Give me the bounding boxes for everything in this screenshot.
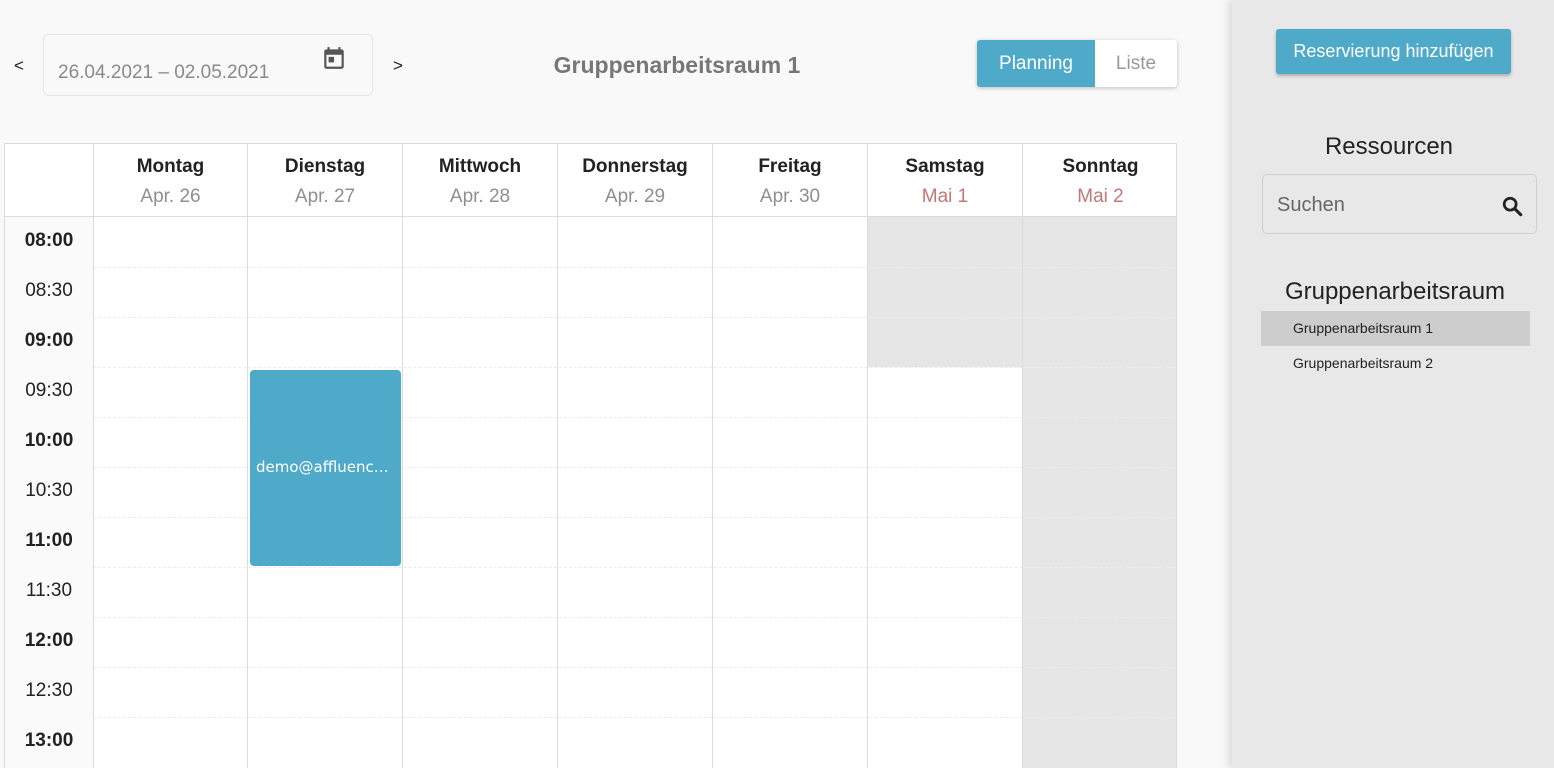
view-toggle: Planning Liste [977, 40, 1177, 87]
day-column-mittwoch[interactable] [402, 217, 557, 768]
main-area: < 26.04.2021 – 02.05.2021 > Gruppenarbei… [0, 0, 1232, 768]
time-label: 11:30 [25, 580, 73, 601]
day-header: Sonntag Mai 2 [1022, 144, 1176, 217]
date-range-picker[interactable]: 26.04.2021 – 02.05.2021 [43, 34, 373, 96]
day-date: Mai 2 [1077, 186, 1124, 207]
day-header: Mittwoch Apr. 28 [402, 144, 557, 217]
search-input[interactable] [1277, 191, 1497, 219]
add-reservation-button[interactable]: Reservierung hinzufügen [1276, 29, 1511, 74]
day-name: Montag [136, 156, 205, 177]
day-header: Freitag Apr. 30 [712, 144, 867, 217]
time-label: 10:30 [25, 480, 73, 501]
day-column-freitag[interactable] [712, 217, 867, 768]
search-box [1262, 174, 1537, 234]
time-label: 09:00 [24, 330, 74, 351]
day-date: Apr. 28 [449, 186, 511, 207]
time-label: 12:00 [24, 630, 74, 651]
day-header: Montag Apr. 26 [93, 144, 247, 217]
resource-item-gruppenarbeitsraum-1[interactable]: Gruppenarbeitsraum 1 [1261, 311, 1530, 346]
time-label: 11:00 [25, 530, 73, 551]
day-name: Freitag [758, 156, 822, 177]
tab-liste[interactable]: Liste [1095, 40, 1177, 87]
time-label: 12:30 [25, 680, 73, 701]
reservation-event[interactable]: demo@affluences.com [250, 370, 401, 566]
time-label: 13:00 [24, 730, 74, 751]
time-label: 08:00 [24, 230, 74, 251]
sidebar: Reservierung hinzufügen Ressourcen Grupp… [1232, 0, 1554, 768]
day-name: Sonntag [1062, 156, 1139, 177]
day-date: Apr. 29 [604, 186, 666, 207]
resource-group-title: Gruppenarbeitsraum [1284, 278, 1506, 305]
day-date: Apr. 26 [140, 186, 201, 207]
resource-item-gruppenarbeitsraum-2[interactable]: Gruppenarbeitsraum 2 [1261, 346, 1530, 381]
day-header: Samstag Mai 1 [867, 144, 1022, 217]
time-label: 10:00 [24, 430, 74, 451]
day-header: Dienstag Apr. 27 [247, 144, 402, 217]
day-name: Dienstag [284, 156, 366, 177]
resources-title: Ressourcen [1324, 133, 1454, 160]
next-week-button[interactable]: > [388, 55, 408, 77]
tab-planning[interactable]: Planning [977, 40, 1095, 87]
day-date: Mai 1 [921, 186, 969, 207]
day-column-sonntag[interactable] [1022, 217, 1176, 768]
page-title: Gruppenarbeitsraum 1 [553, 52, 801, 78]
week-calendar: 08:00 08:30 09:00 09:30 10:00 10:30 11:0… [4, 143, 1177, 768]
time-label: 09:30 [25, 380, 73, 401]
day-name: Donnerstag [582, 156, 688, 177]
header-divider [5, 216, 1176, 217]
calendar-icon[interactable] [321, 45, 347, 71]
day-date: Apr. 27 [294, 186, 356, 207]
day-header: Donnerstag Apr. 29 [557, 144, 712, 217]
day-column-samstag[interactable] [867, 217, 1022, 768]
day-name: Samstag [905, 156, 985, 177]
day-column-donnerstag[interactable] [557, 217, 712, 768]
date-range-value: 26.04.2021 – 02.05.2021 [58, 62, 270, 83]
day-column-montag[interactable] [93, 217, 247, 768]
search-icon[interactable] [1501, 195, 1523, 217]
time-label: 08:30 [25, 280, 73, 301]
day-date: Apr. 30 [759, 186, 821, 207]
prev-week-button[interactable]: < [9, 55, 29, 77]
day-name: Mittwoch [438, 156, 522, 177]
